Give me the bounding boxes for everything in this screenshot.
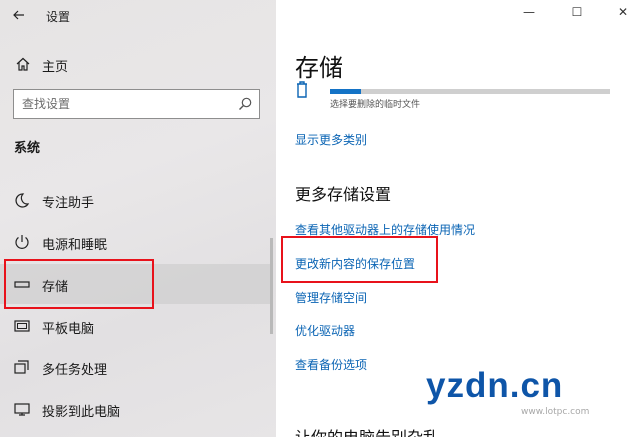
minimize-button[interactable]: — — [520, 3, 538, 21]
close-button[interactable]: ✕ — [614, 3, 632, 21]
sidebar-item-label: 主页 — [42, 60, 69, 75]
declutter-heading: 让你的电脑告别杂乱 — [295, 424, 439, 437]
multitask-icon — [14, 360, 29, 374]
show-more-categories-link[interactable]: 显示更多类别 — [295, 131, 367, 148]
sidebar-item-label: 专注助手 — [42, 196, 95, 211]
search-box[interactable] — [13, 89, 260, 119]
maximize-button[interactable]: ☐ — [568, 3, 586, 21]
annotation-highlight-box — [4, 259, 154, 309]
moon-icon — [15, 193, 30, 208]
sidebar-item-tablet[interactable]: 平板电脑 — [0, 306, 270, 346]
trash-icon — [297, 81, 307, 98]
search-icon[interactable] — [237, 96, 253, 112]
sidebar-scrollbar[interactable] — [270, 238, 273, 334]
sidebar-item-multitasking[interactable]: 多任务处理 — [0, 347, 270, 387]
app-title: 设置 — [46, 10, 71, 24]
sidebar-item-project[interactable]: 投影到此电脑 — [0, 389, 270, 429]
more-storage-settings-heading: 更多存储设置 — [295, 185, 392, 204]
tablet-icon — [14, 320, 30, 332]
watermark-subtext: www.lotpc.com — [521, 407, 590, 417]
sidebar-item-label: 投影到此电脑 — [42, 405, 121, 420]
sidebar: 设置 主页 系统 专注助手 电源和睡眠 存储 — [0, 0, 276, 437]
manage-storage-spaces-link[interactable]: 管理存储空间 — [295, 289, 367, 306]
home-icon — [16, 57, 30, 71]
watermark-text: yzdn.cn — [426, 366, 564, 405]
temp-files-progress — [330, 89, 610, 94]
view-backup-options-link[interactable]: 查看备份选项 — [295, 356, 367, 373]
sidebar-item-label: 平板电脑 — [42, 322, 95, 337]
back-button[interactable] — [10, 6, 28, 24]
main-content: — ☐ ✕ 存储 选择要删除的临时文件 显示更多类别 更多存储设置 查看其他驱动… — [276, 0, 640, 437]
window-controls: — ☐ ✕ — [510, 0, 640, 24]
sidebar-item-label: 电源和睡眠 — [42, 238, 108, 253]
titlebar: 设置 — [0, 0, 276, 30]
section-title: 系统 — [14, 141, 41, 156]
sidebar-item-home[interactable]: 主页 — [0, 52, 276, 78]
page-title: 存储 — [295, 54, 343, 82]
sidebar-item-label: 多任务处理 — [42, 363, 108, 378]
sidebar-item-focus-assist[interactable]: 专注助手 — [0, 180, 270, 220]
sidebar-item-power-sleep[interactable]: 电源和睡眠 — [0, 222, 270, 262]
temp-files-progress-fill — [330, 89, 361, 94]
search-input[interactable] — [22, 95, 222, 113]
power-icon — [15, 235, 29, 249]
project-icon — [14, 403, 30, 416]
arrow-left-icon — [13, 10, 24, 20]
optimize-drives-link[interactable]: 优化驱动器 — [295, 322, 355, 339]
annotation-highlight-box — [281, 236, 438, 283]
temp-files-caption: 选择要删除的临时文件 — [330, 100, 421, 110]
